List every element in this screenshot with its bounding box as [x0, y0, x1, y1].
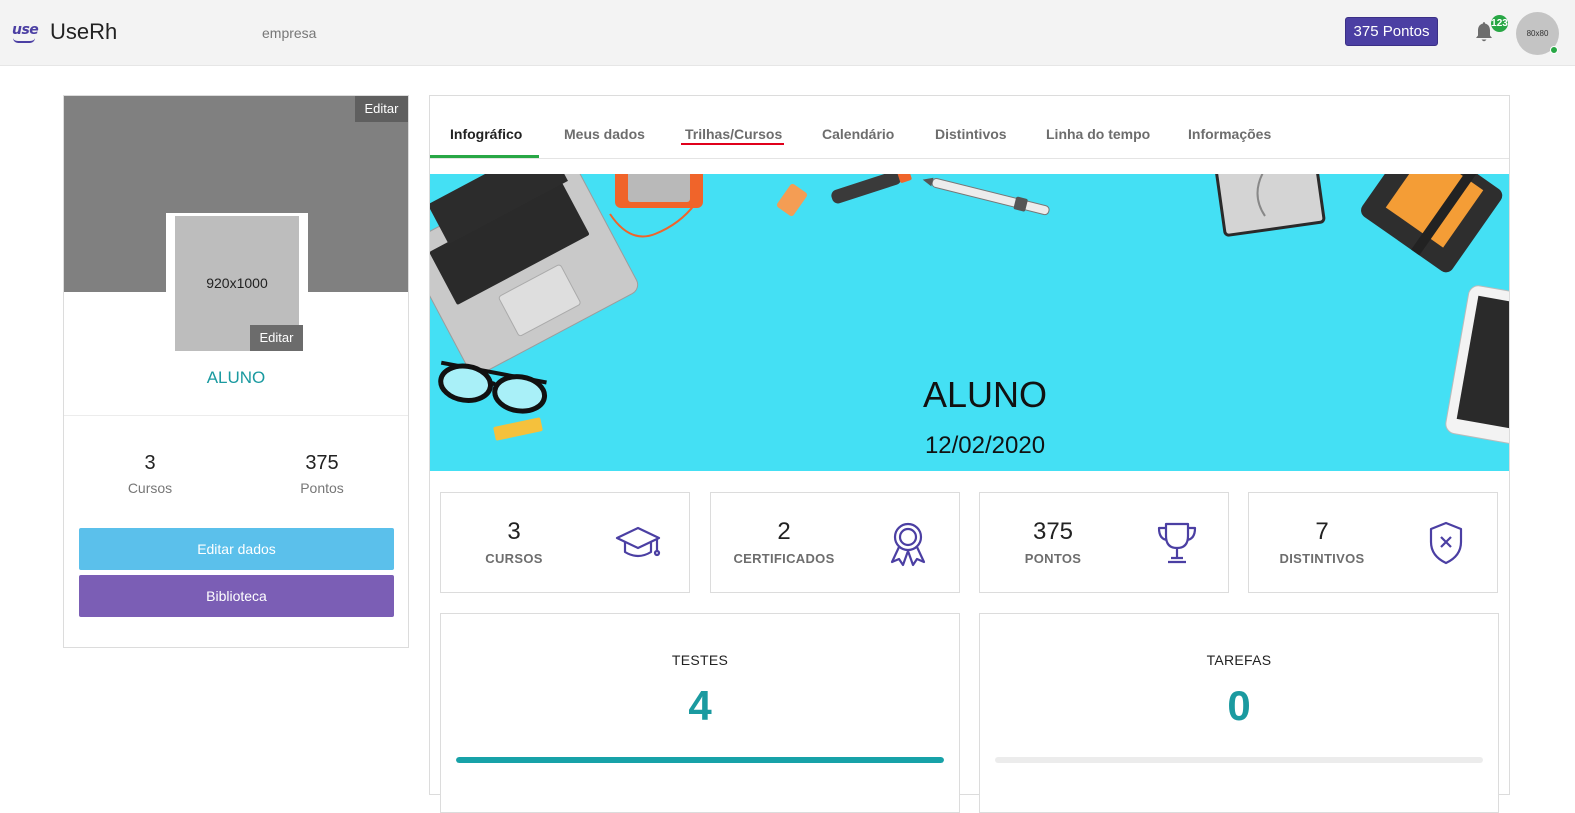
desk-illustration [430, 174, 1509, 447]
cover-edit-button[interactable]: Editar [355, 96, 408, 122]
marker-illustration [831, 174, 912, 204]
main-panel: Infográfico Meus dados Trilhas/Cursos Ca… [429, 95, 1510, 813]
points-label: Pontos [300, 480, 344, 496]
stat-card-certificates: 2 CERTIFICADOS [710, 492, 960, 593]
notification-badge[interactable]: 123 [1491, 15, 1508, 32]
logo[interactable]: use [12, 22, 39, 43]
tab-linha-do-tempo[interactable]: Linha do tempo [1046, 126, 1150, 142]
trophy-icon [1157, 522, 1197, 564]
profile-banner: ALUNO 12/02/2020 [430, 174, 1509, 471]
courses-count: 3 [144, 452, 156, 474]
active-tab-indicator [430, 155, 539, 158]
top-bar: use UseRh empresa 375 Pontos 123 80x80 [0, 0, 1575, 66]
stat-value: 375 [1032, 518, 1074, 545]
company-name: empresa [262, 25, 317, 41]
tab-distintivos[interactable]: Distintivos [935, 126, 1007, 142]
profile-card: Editar 920x1000 Editar ALUNO 3 Cursos 37… [63, 95, 409, 648]
tab-infografico[interactable]: Infográfico [450, 126, 522, 142]
tests-card: TESTES 4 [440, 613, 960, 813]
tablet-illustration [1445, 285, 1509, 447]
profile-name: ALUNO [206, 368, 266, 387]
tab-bar: Infográfico Meus dados Trilhas/Cursos Ca… [430, 96, 1509, 159]
notebook-illustration [1213, 174, 1326, 237]
shield-x-icon [1429, 521, 1463, 565]
planner-book-illustration [1361, 174, 1503, 273]
courses-label: Cursos [127, 480, 173, 496]
edit-data-button[interactable]: Editar dados [79, 528, 394, 570]
stat-label: PONTOS [1024, 551, 1082, 566]
tests-progress-bar [456, 757, 944, 763]
hard-drive-illustration [609, 174, 703, 238]
app-title[interactable]: UseRh [50, 19, 117, 45]
eraser-illustration [776, 183, 808, 217]
stat-label: DISTINTIVOS [1279, 551, 1365, 566]
stat-card-points: 375 PONTOS [979, 492, 1229, 593]
tab-highlight-underline [681, 143, 784, 145]
tests-progress-fill [456, 757, 944, 763]
tasks-progress-bar [995, 757, 1483, 763]
tab-meus-dados[interactable]: Meus dados [564, 126, 645, 142]
photo-edit-button[interactable]: Editar [250, 325, 303, 351]
stat-card-courses: 3 CURSOS [440, 492, 690, 593]
tasks-count: 0 [1227, 682, 1251, 729]
tab-trilhas-cursos[interactable]: Trilhas/Cursos [685, 126, 782, 142]
pen-illustration [922, 177, 1050, 216]
divider [64, 415, 408, 416]
tab-calendario[interactable]: Calendário [822, 126, 894, 142]
library-button[interactable]: Biblioteca [79, 575, 394, 617]
stat-label: CERTIFICADOS [733, 551, 835, 566]
banner-student-name: ALUNO [922, 374, 1048, 415]
stat-label: CURSOS [485, 551, 543, 566]
tasks-title: TAREFAS [1206, 652, 1272, 668]
graduation-cap-icon [615, 526, 661, 558]
tab-informacoes[interactable]: Informações [1188, 126, 1271, 142]
award-ribbon-icon [890, 522, 926, 567]
banner-date: 12/02/2020 [924, 432, 1046, 459]
online-status-dot [1550, 46, 1558, 54]
points-button[interactable]: 375 Pontos [1345, 17, 1438, 46]
tests-count: 4 [688, 682, 712, 729]
stat-value: 3 [507, 518, 521, 545]
tests-title: TESTES [671, 652, 729, 668]
stat-value: 7 [1315, 518, 1329, 545]
points-count: 375 [305, 452, 339, 474]
stat-value: 2 [777, 518, 791, 545]
tasks-card: TAREFAS 0 [979, 613, 1499, 813]
stat-card-badges: 7 DISTINTIVOS [1248, 492, 1498, 593]
